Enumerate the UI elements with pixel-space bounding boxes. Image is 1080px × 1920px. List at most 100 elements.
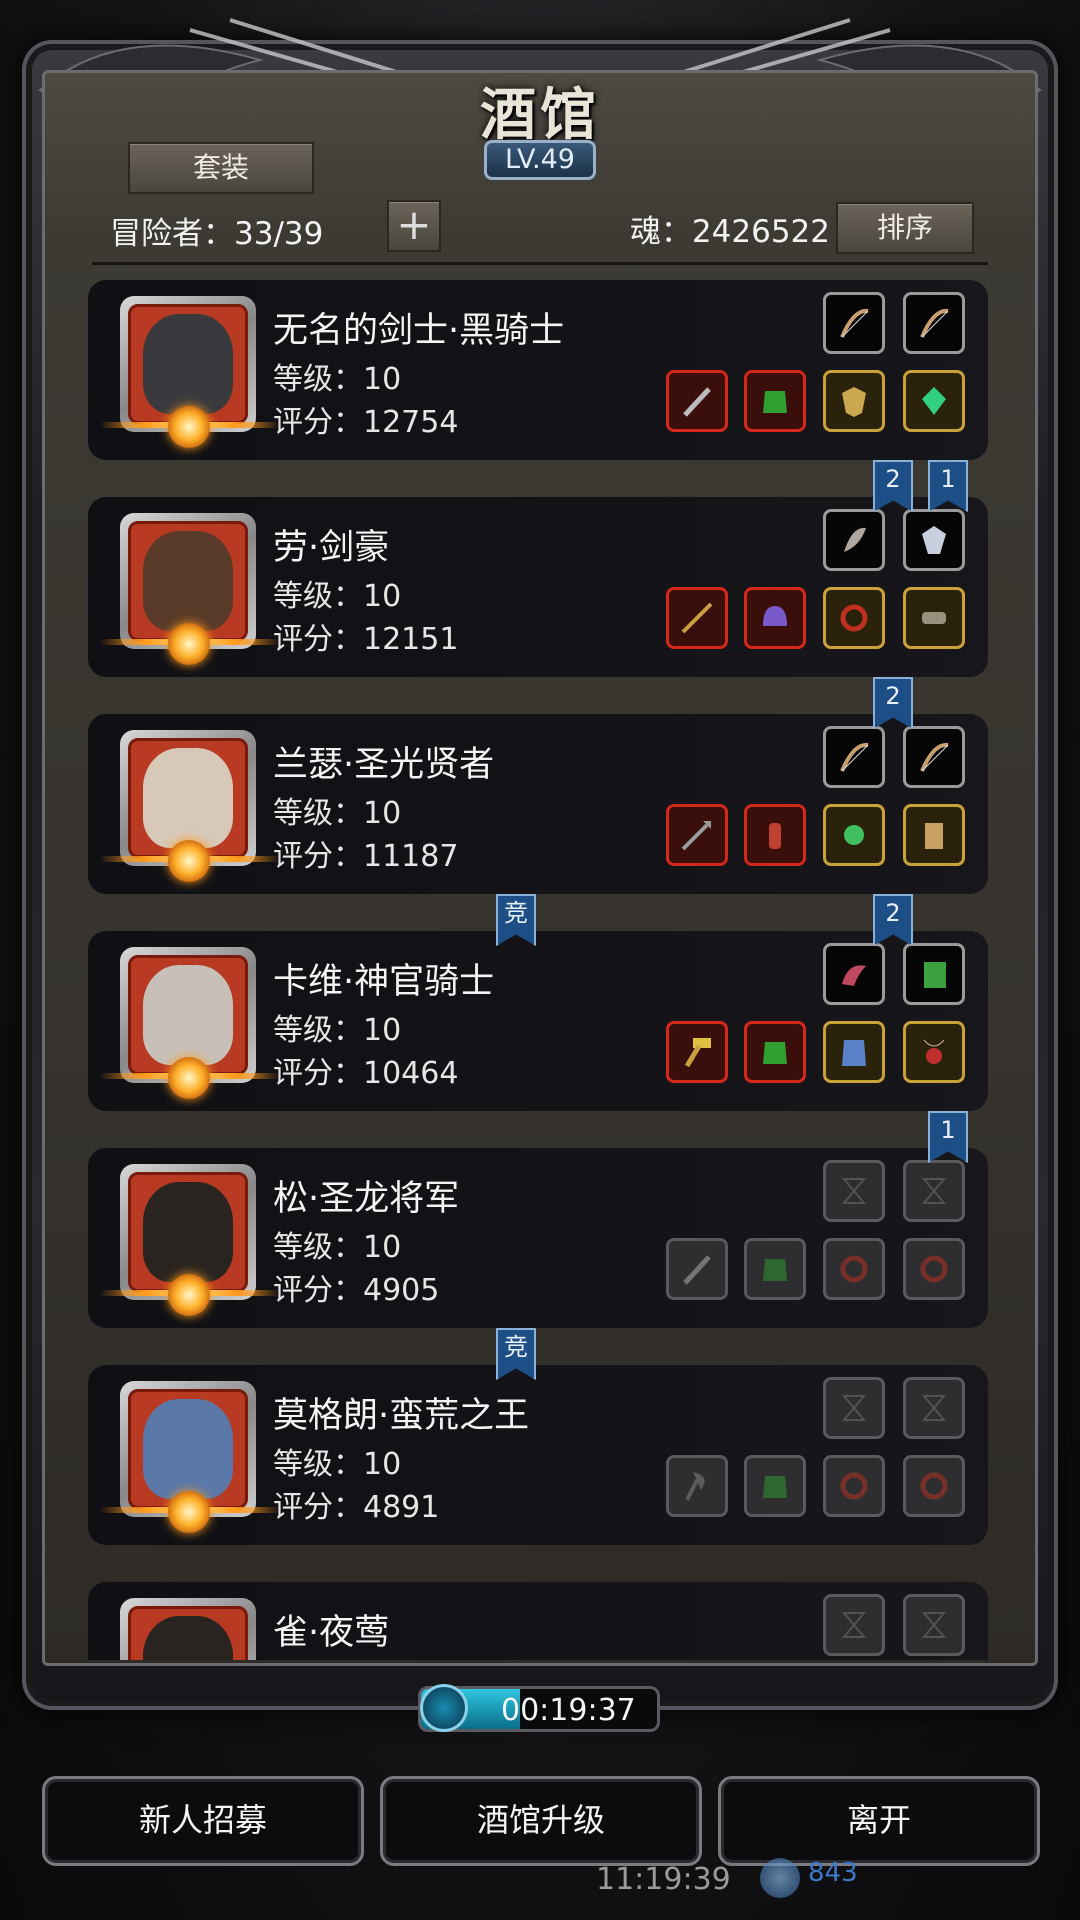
spear-icon [681, 602, 713, 634]
suit-button[interactable]: 套装 [128, 142, 314, 194]
sort-button[interactable]: 排序 [836, 202, 974, 254]
equipment-slot-sword-icon[interactable] [666, 370, 728, 432]
crest-icon [922, 526, 946, 554]
equipment-slot-helmet-icon[interactable] [744, 587, 806, 649]
hero-list[interactable]: 无名的剑士·黑骑士 等级：10 评分：12754 劳·剑豪 等级：10 评分：12151 兰… [88, 280, 994, 1660]
bow-icon [840, 308, 869, 338]
ring-icon [840, 1255, 868, 1283]
gem-icon [760, 1858, 800, 1898]
sword-icon [683, 1255, 711, 1285]
equipment-slot-orb-icon[interactable] [823, 804, 885, 866]
equipment-slot-feather-icon[interactable] [823, 509, 885, 571]
hero-card[interactable]: 雀·夜莺等级：10 [88, 1582, 988, 1660]
equipment-slot-bow-icon[interactable] [823, 292, 885, 354]
hero-face [143, 314, 233, 414]
equipment-slot-ring-icon[interactable] [903, 1455, 965, 1517]
equipment-slot-bracer-icon[interactable] [903, 587, 965, 649]
equipment-slot-spear-icon[interactable] [666, 587, 728, 649]
equipment-slot-armor-icon[interactable] [744, 1238, 806, 1300]
equipment-slot-crest-icon[interactable] [903, 509, 965, 571]
equipment-slot-sword-icon[interactable] [666, 1238, 728, 1300]
tavern-upgrade-button[interactable]: 酒馆升级 [380, 1776, 702, 1866]
hero-name: 劳·剑豪 [273, 528, 390, 568]
rank-medal-icon [100, 623, 280, 665]
vial-icon [769, 823, 781, 849]
equipment-slot-bow-icon[interactable] [823, 726, 885, 788]
equipment-slot-axe-icon[interactable] [666, 1455, 728, 1517]
hero-name: 兰瑟·圣光贤者 [273, 745, 495, 785]
rank-medal-icon [100, 1274, 280, 1316]
hero-face [143, 1399, 233, 1499]
gem-icon [922, 387, 946, 415]
armor-icon [763, 1476, 787, 1498]
equipment-slot-armor-icon[interactable] [744, 1455, 806, 1517]
hero-level: 等级：10 [273, 1013, 402, 1048]
equipment-slot-hourglass-icon[interactable] [823, 1160, 885, 1222]
rank-medal-icon [100, 406, 280, 448]
hero-score: 评分：11187 [273, 839, 459, 874]
hero-name: 无名的剑士·黑骑士 [273, 311, 565, 351]
equipment-slot-horn-icon[interactable] [823, 943, 885, 1005]
shield-icon [842, 387, 866, 417]
equipment-slot-amulet-icon[interactable] [903, 1021, 965, 1083]
recruit-button[interactable]: 新人招募 [42, 1776, 364, 1866]
equipment-slot-hourglass-icon[interactable] [903, 1594, 965, 1656]
bow-icon [920, 308, 949, 338]
equipment-slot-hourglass-icon[interactable] [903, 1160, 965, 1222]
hero-level: 等级：10 [273, 1447, 402, 1482]
hammer-icon [684, 1038, 711, 1068]
hero-portrait [120, 1598, 256, 1660]
hourglass-icon [841, 1395, 867, 1421]
add-slot-button[interactable]: + [387, 200, 441, 252]
equipment-slot-hourglass-icon[interactable] [903, 1377, 965, 1439]
status-clock: 11:19:39 [596, 1862, 731, 1897]
bow-icon [840, 742, 869, 772]
gem-count: 843 [808, 1858, 858, 1888]
equipment-slot-ring-icon[interactable] [903, 1238, 965, 1300]
hero-level: 等级：10 [273, 1230, 402, 1265]
hero-card[interactable]: 莫格朗·蛮荒之王 等级：10 评分：4891 [88, 1365, 988, 1545]
equipment-slot-cloak-icon[interactable] [823, 1021, 885, 1083]
hourglass-icon [921, 1612, 947, 1638]
equipment-slot-armor-icon[interactable] [744, 370, 806, 432]
hourglass-icon [921, 1395, 947, 1421]
equipment-slot-bow-icon[interactable] [903, 726, 965, 788]
hero-card[interactable]: 劳·剑豪 等级：10 评分：12151 [88, 497, 988, 677]
header-divider [92, 262, 988, 265]
timer-text: 00:19:37 [501, 1693, 636, 1728]
equipment-slot-ring-icon[interactable] [823, 1238, 885, 1300]
soul-currency: 魂：2426522 [629, 214, 830, 250]
equipment-slot-ring-icon[interactable] [823, 587, 885, 649]
hero-score: 评分：4905 [273, 1273, 440, 1308]
cloak-icon [842, 1040, 866, 1066]
equipment-slot-hourglass-icon[interactable] [823, 1594, 885, 1656]
equipment-slot-tome-icon[interactable] [903, 943, 965, 1005]
portrait-frame [128, 1606, 248, 1660]
equipment-slot-bow-icon[interactable] [903, 292, 965, 354]
hero-card[interactable]: 松·圣龙将军等级：10 评分：4905 [88, 1148, 988, 1328]
equipment-slot-hammer-icon[interactable] [666, 1021, 728, 1083]
ring-icon [840, 604, 868, 632]
equipment-slot-armor-icon[interactable] [744, 1021, 806, 1083]
armor-icon [763, 391, 787, 413]
helmet-icon [763, 606, 787, 626]
equipment-slot-arrow-icon[interactable] [666, 804, 728, 866]
hero-card[interactable]: 兰瑟·圣光贤者 等级：10 评分：11187 [88, 714, 988, 894]
ring-icon [840, 1472, 868, 1500]
bracer-icon [922, 612, 946, 624]
equipment-slot-hourglass-icon[interactable] [823, 1377, 885, 1439]
equipment-slot-scroll-icon[interactable] [903, 804, 965, 866]
leave-button[interactable]: 离开 [718, 1776, 1040, 1866]
equipment-slot-ring-icon[interactable] [823, 1455, 885, 1517]
hero-face [143, 965, 233, 1065]
equipment-slot-shield-icon[interactable] [823, 370, 885, 432]
equipment-slot-gem-icon[interactable] [903, 370, 965, 432]
hero-card[interactable]: 卡维·神官骑士 等级：10 评分：10464 [88, 931, 988, 1111]
hero-card[interactable]: 无名的剑士·黑骑士 等级：10 评分：12754 [88, 280, 988, 460]
equipment-slot-vial-icon[interactable] [744, 804, 806, 866]
hourglass-icon [841, 1178, 867, 1204]
hero-name: 松·圣龙将军 [273, 1179, 460, 1219]
hero-level: 等级：10 [273, 579, 402, 614]
hero-name: 卡维·神官骑士 [273, 962, 495, 1002]
rank-medal-icon [100, 840, 280, 882]
